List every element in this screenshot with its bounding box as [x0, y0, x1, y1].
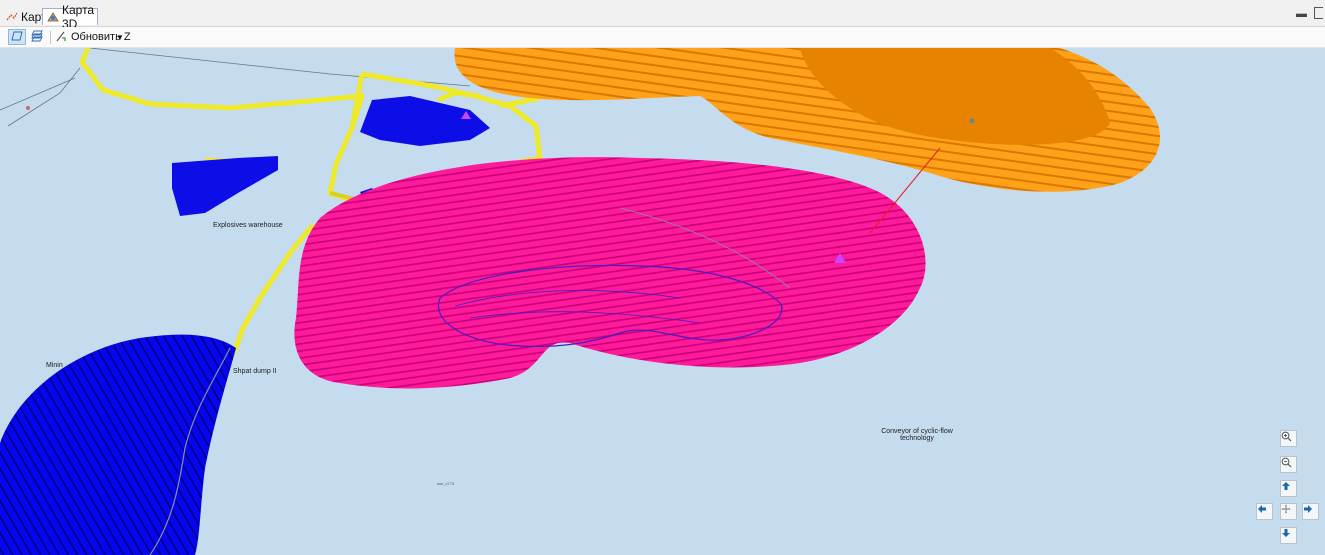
explosives-warehouse-label: Explosives warehouse	[213, 222, 283, 229]
toolbar: Обновить Z ▼	[0, 27, 1325, 48]
shpat-dump-ii	[0, 334, 236, 555]
point-marker	[969, 118, 975, 124]
zoom-out-button[interactable]	[1280, 456, 1297, 473]
pan-up-button[interactable]	[1280, 480, 1297, 497]
pan-down-button[interactable]	[1280, 527, 1297, 544]
toolbar-separator	[50, 31, 51, 44]
layers-icon	[31, 30, 43, 45]
layers-view-button[interactable]	[28, 29, 46, 45]
power-line	[7, 67, 81, 127]
small-map-label: кол_с773	[437, 481, 455, 486]
map-3d-icon	[47, 11, 59, 23]
pan-right-button[interactable]	[1302, 503, 1319, 520]
map-icon	[6, 11, 18, 23]
point-marker	[26, 106, 30, 110]
pan-left-button[interactable]	[1256, 503, 1273, 520]
zoom-in-button[interactable]	[1280, 430, 1297, 447]
tab-map-3d[interactable]: Карта 3D	[42, 3, 98, 31]
conveyor-label-line1: Conveyor of cyclic-flow	[881, 428, 953, 435]
maximize-button[interactable]	[1314, 7, 1323, 19]
update-z-icon	[56, 30, 68, 45]
chevron-down-icon: ▼	[116, 32, 124, 42]
scene-canvas	[0, 48, 1160, 555]
map-3d-viewport[interactable]: Explosives warehouse Minin Shpat dump II…	[0, 48, 1325, 555]
flat-view-button[interactable]	[8, 29, 26, 45]
power-line	[0, 77, 76, 111]
shpat-dump-label: Shpat dump II	[233, 368, 277, 375]
center-view-button[interactable]	[1280, 503, 1297, 520]
minimize-button[interactable]: ▬	[1296, 8, 1307, 20]
blue-pad	[360, 96, 490, 146]
explosives-warehouse-pad	[172, 156, 278, 216]
plane-icon	[11, 31, 23, 44]
conveyor-label-line2: technology	[900, 435, 934, 442]
update-z-dropdown[interactable]: ▼	[114, 29, 126, 45]
tab-map[interactable]: Карта	[2, 8, 53, 25]
tab-bar: Карта Карта 3D ▬	[0, 0, 1325, 31]
mining-label: Minin	[46, 362, 63, 369]
open-pit	[294, 157, 926, 389]
conveyor-label: Conveyor of cyclic-flow technology	[872, 428, 962, 442]
